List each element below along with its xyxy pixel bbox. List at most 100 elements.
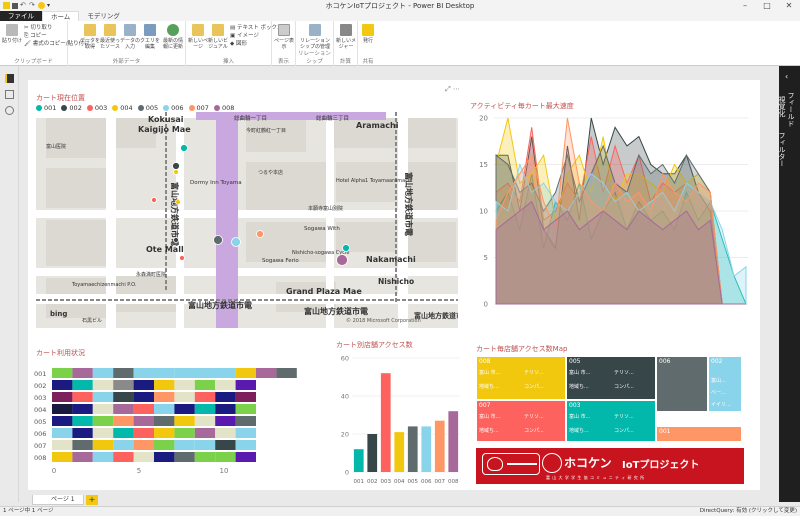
report-view-icon[interactable]: [5, 74, 14, 83]
database-icon: [84, 24, 96, 36]
legend-label: 007: [196, 104, 209, 112]
map-label-ishiya: 石黒ビル: [82, 317, 102, 324]
legend-dot: [163, 105, 170, 111]
map-label-nakamachi: Nakamachi: [366, 255, 416, 264]
usage-cell: [154, 452, 175, 462]
usage-cell: [174, 440, 195, 450]
fields-pane-toggle[interactable]: フィールド: [786, 92, 796, 127]
shapes-button[interactable]: ◆ 図形: [230, 40, 247, 48]
treemap-subtile-label: 富山...: [711, 378, 726, 384]
usage-row-label: 004: [34, 406, 46, 414]
treemap-subtile-label: コンパ...: [614, 428, 634, 434]
tab-file[interactable]: ファイル: [0, 11, 42, 21]
area-y-tick: 0: [484, 301, 488, 309]
tab-modeling[interactable]: モデリング: [79, 11, 128, 21]
view-group: ページ表示 表示: [272, 21, 296, 66]
data-view-icon[interactable]: [5, 90, 14, 99]
treemap-tile-005[interactable]: 005 富山 市... テリソ... 地域ち... コンパ...: [566, 356, 656, 400]
area-chart-visual[interactable]: アクティビティ毎カート最大速度 0 5 10 15 20: [468, 96, 760, 326]
treemap-tile-label: 008: [479, 358, 491, 365]
new-page-button[interactable]: 新しいページ: [188, 24, 208, 50]
maximize-icon[interactable]: □: [756, 0, 778, 11]
legend-item-004[interactable]: 004: [112, 104, 133, 112]
map-label-hotel-alpha: Hotel Alpha1 Toyamaaramachi: [336, 178, 412, 184]
usage-cell: [276, 368, 297, 378]
area-y-tick: 5: [484, 254, 488, 262]
bar-x-tick: 002: [367, 479, 378, 485]
map-visual[interactable]: カート現在位置 001 002 003 004 005 006 007 008 ⤢ ⋯ Kok…: [34, 85, 462, 328]
map-road: [36, 210, 458, 218]
map-cart-marker: [179, 255, 185, 261]
refresh-button[interactable]: 最新の情報に更新: [162, 24, 184, 50]
treemap-tile-008[interactable]: 008 富山 市... テリソ... 地域ち... コンパ...: [476, 356, 566, 400]
usage-row-label: 007: [34, 442, 46, 450]
treemap-tile-003[interactable]: 003 富山 市... テリソ... 地域ち... コンパ...: [566, 400, 656, 442]
close-icon[interactable]: ✕: [778, 0, 800, 11]
page-tab-1[interactable]: ページ 1: [32, 495, 84, 505]
query-icon: [144, 24, 156, 36]
legend-item-001[interactable]: 001: [36, 104, 56, 112]
map-canvas[interactable]: KokusaiKaigijo Mae Aramachi Ote Mall Nakama…: [36, 112, 458, 328]
treemap-visual[interactable]: カート毎店舗アクセス数Map 008 富山 市... テリソ... 地域ち... コンパ…: [474, 344, 742, 444]
visualizations-pane-toggle[interactable]: 視覚化: [777, 96, 787, 117]
copy-button[interactable]: ⎘ コピー: [24, 32, 47, 40]
visual-header: ⤢ ⋯: [445, 85, 460, 94]
bar-x-tick: 006: [421, 479, 432, 485]
recent-sources-button[interactable]: 最近使ったソース: [100, 24, 120, 50]
enter-data-button[interactable]: データの入力: [120, 24, 140, 50]
map-block: [46, 220, 106, 266]
manage-relationships-button[interactable]: リレーションシップの管理: [300, 24, 330, 50]
usage-cell: [113, 368, 134, 378]
publish-button[interactable]: 発行: [358, 24, 378, 44]
legend-label: 004: [120, 104, 133, 112]
usage-cell: [52, 380, 73, 390]
tab-home[interactable]: ホーム: [42, 11, 80, 21]
more-options-icon[interactable]: ⋯: [453, 85, 460, 93]
chevron-left-icon[interactable]: ‹: [785, 72, 788, 81]
title-bar: ↶ ↷ ▾ ホコケンIoTプロジェクト - Power BI Desktop –…: [0, 0, 800, 11]
calculations-group-label: 計算: [339, 59, 351, 65]
legend-item-006[interactable]: 006: [163, 104, 184, 112]
map-cart-marker: [151, 197, 157, 203]
edit-queries-button[interactable]: クエリを編集: [140, 24, 160, 50]
get-data-button[interactable]: データを取得: [80, 24, 100, 50]
usage-cell: [72, 392, 93, 402]
legend-dot: [188, 105, 195, 111]
map-block: [408, 162, 456, 212]
legend-item-003[interactable]: 003: [86, 104, 107, 112]
usage-cell: [174, 380, 195, 390]
legend-item-005[interactable]: 005: [137, 104, 158, 112]
relationship-view-icon[interactable]: [5, 106, 14, 115]
usage-cell: [174, 368, 236, 378]
filters-pane-toggle[interactable]: フィルター: [777, 132, 787, 167]
store-access-bar-title: カート別店舗アクセス数: [336, 341, 413, 349]
paste-button[interactable]: 貼り付け: [2, 24, 22, 44]
treemap-tile-006[interactable]: 006: [656, 356, 708, 412]
legend-item-002[interactable]: 002: [61, 104, 82, 112]
directquery-status[interactable]: DirectQuery: 有効 (クリックして変更): [700, 507, 797, 516]
new-measure-button[interactable]: 新しいメジャー: [336, 24, 356, 50]
usage-cell: [215, 380, 236, 390]
usage-cell: [154, 368, 175, 378]
new-visual-button[interactable]: 新しいビジュアル: [208, 24, 228, 50]
shapes-icon: ◆: [230, 41, 235, 47]
store-access-bar-visual[interactable]: カート別店舗アクセス数 0 20 40 60 001 002 003 004 005 006 007…: [334, 340, 464, 486]
map-cart-marker: [173, 237, 179, 243]
map-bing-logo: bing: [50, 310, 67, 318]
usage-cell: [194, 440, 216, 450]
treemap-tile-002[interactable]: 002 富山... ベー... イイリ...: [708, 356, 742, 412]
image-button[interactable]: ▣ イメージ: [230, 32, 259, 40]
treemap-tile-001[interactable]: 001: [656, 426, 742, 442]
page-view-button[interactable]: ページ表示: [274, 24, 294, 50]
cart-usage-visual[interactable]: カート利用状況 001 002 003 004 005 006 007 008 0 5 10: [34, 348, 326, 480]
focus-mode-icon[interactable]: ⤢: [445, 85, 451, 93]
usage-cell: [72, 416, 93, 426]
legend-item-007[interactable]: 007: [188, 104, 209, 112]
minimize-icon[interactable]: –: [734, 0, 756, 11]
usage-cell: [235, 428, 256, 438]
legend-item-008[interactable]: 008: [213, 104, 234, 112]
legend-dot: [112, 105, 119, 111]
add-page-button[interactable]: +: [86, 495, 98, 505]
treemap-tile-007[interactable]: 007 富山 市... テリソ... 地域ち... コンパ...: [476, 400, 566, 442]
cut-button[interactable]: ✂ 切り取り: [24, 24, 52, 32]
